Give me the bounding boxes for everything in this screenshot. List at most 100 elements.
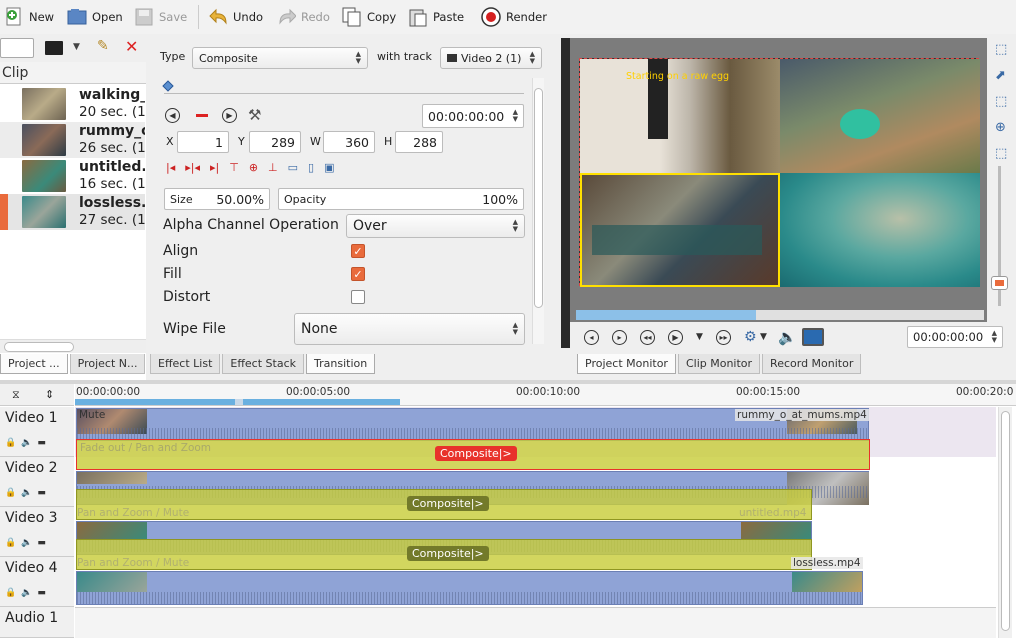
track-lock-mute-hide-icons[interactable]: 🔒🔈▬ bbox=[5, 488, 51, 498]
bin-clip-walking[interactable]: walking_c 20 sec. (1) bbox=[0, 86, 145, 122]
go-start-icon[interactable]: ◂ bbox=[584, 330, 599, 345]
fill-checkbox[interactable]: ✓ bbox=[351, 267, 365, 281]
zoom-tool-icon[interactable]: ⊕ bbox=[995, 120, 1006, 135]
tab-clip-monitor[interactable]: Clip Monitor bbox=[677, 354, 761, 374]
next-keyframe-icon[interactable]: ▶ bbox=[222, 108, 237, 123]
copy-button[interactable]: Copy bbox=[342, 0, 396, 34]
align-bottom-icon[interactable]: ⊥ bbox=[268, 161, 278, 177]
wipe-value: None bbox=[301, 321, 338, 337]
monitor-seek-bar[interactable] bbox=[576, 310, 984, 320]
keyframe-marker[interactable] bbox=[162, 80, 174, 92]
x-field[interactable]: 1 bbox=[177, 131, 229, 153]
track-header-video-4[interactable]: Video 4 🔒🔈▬ bbox=[0, 557, 74, 607]
y-value: 289 bbox=[271, 134, 295, 150]
timeline-clip-lossless[interactable] bbox=[76, 571, 863, 605]
previous-keyframe-icon[interactable]: ◀ bbox=[165, 108, 180, 123]
fit-height-icon[interactable]: ▯ bbox=[308, 161, 314, 177]
render-button[interactable]: Render bbox=[481, 0, 547, 34]
tab-effect-stack[interactable]: Effect Stack bbox=[222, 354, 304, 374]
play-icon[interactable]: ▶ bbox=[668, 330, 683, 345]
play-menu-arrow-icon[interactable]: ▼ bbox=[696, 332, 703, 342]
track-header-audio-1[interactable]: Audio 1 bbox=[0, 607, 74, 638]
transition-panel: Type Composite ▲ ▼ with track Video 2 (1)… bbox=[150, 34, 550, 350]
tab-effect-list[interactable]: Effect List bbox=[150, 354, 221, 374]
pointer-tool-icon[interactable]: ⬈ bbox=[995, 68, 1006, 83]
bin-clip-rummy[interactable]: rummy_o 26 sec. (1) bbox=[0, 122, 145, 158]
fit-tool-icon[interactable]: ⬚ bbox=[995, 146, 1007, 161]
keyframe-ruler[interactable] bbox=[162, 80, 524, 94]
align-right-icon[interactable]: ▸| bbox=[210, 161, 219, 177]
collapse-tracks-icon[interactable]: ⇕ bbox=[45, 388, 54, 401]
distort-checkbox[interactable] bbox=[351, 290, 365, 304]
select-tool-icon[interactable]: ⬚ bbox=[995, 42, 1007, 57]
volume-icon[interactable]: 🔈 bbox=[778, 328, 797, 346]
add-clip-icon[interactable] bbox=[45, 41, 63, 55]
forward-icon[interactable]: ▸▸ bbox=[716, 330, 731, 345]
align-left-icon[interactable]: |◂ bbox=[166, 161, 175, 177]
remove-keyframe-icon[interactable] bbox=[196, 114, 208, 117]
track-header-video-3[interactable]: Video 3 🔒🔈▬ bbox=[0, 507, 74, 557]
save-button[interactable]: Save bbox=[134, 0, 187, 34]
timeline-ruler[interactable]: 00:00:00:00 00:00:05:00 00:00:10:00 00:0… bbox=[75, 384, 1016, 406]
bin-clip-lossless[interactable]: lossless.m 27 sec. (1) bbox=[0, 194, 145, 230]
panel-vertical-scrollbar[interactable] bbox=[532, 78, 544, 344]
paste-button[interactable]: Paste bbox=[408, 0, 464, 34]
fullscreen-monitor-icon[interactable] bbox=[802, 328, 824, 346]
track-lock-mute-hide-icons[interactable]: 🔒🔈▬ bbox=[5, 438, 51, 448]
clip-thumbnail bbox=[22, 160, 66, 192]
wipe-file-combo[interactable]: None ▲ ▼ bbox=[294, 313, 525, 345]
tab-record-monitor[interactable]: Record Monitor bbox=[762, 354, 862, 374]
fit-width-icon[interactable]: ▭ bbox=[288, 161, 298, 177]
rewind-icon[interactable]: ◂◂ bbox=[640, 330, 655, 345]
keyframe-timecode-field[interactable]: 00:00:00:00 ▲ ▼ bbox=[422, 104, 524, 128]
fit-size-icon[interactable]: ▣ bbox=[324, 161, 334, 177]
align-top-icon[interactable]: ⊤ bbox=[229, 161, 239, 177]
settings-gear-icon[interactable]: ⚙ bbox=[744, 329, 757, 345]
zoom-slider-handle[interactable] bbox=[991, 276, 1008, 290]
settings-menu-arrow-icon[interactable]: ▼ bbox=[760, 332, 767, 342]
new-button[interactable]: New bbox=[4, 0, 54, 34]
h-field[interactable]: 288 bbox=[395, 131, 443, 153]
monitor-splitter[interactable] bbox=[561, 38, 570, 348]
wrench-tools-icon[interactable]: ⚒ bbox=[248, 106, 261, 124]
y-field[interactable]: 289 bbox=[249, 131, 301, 153]
track-combo[interactable]: Video 2 (1) ▲ ▼ bbox=[440, 47, 542, 69]
bin-column-header[interactable]: Clip bbox=[0, 62, 146, 84]
size-slider[interactable]: Size 50.00% bbox=[164, 188, 270, 210]
open-button[interactable]: Open bbox=[67, 0, 123, 34]
timeline-vertical-scrollbar[interactable] bbox=[998, 407, 1012, 638]
align-vcenter-icon[interactable]: ⊕ bbox=[249, 161, 258, 177]
tab-project-monitor[interactable]: Project Monitor bbox=[577, 354, 676, 374]
alpha-channel-combo[interactable]: Over ▲ ▼ bbox=[346, 214, 525, 238]
track-header-video-1[interactable]: Video 1 🔒🔈▬ bbox=[0, 407, 74, 457]
timeline-clip-rummy[interactable]: Mute rummy_o_at_mums.mp4 bbox=[76, 408, 869, 441]
track-header-video-2[interactable]: Video 2 🔒🔈▬ bbox=[0, 457, 74, 507]
bin-horizontal-scrollbar[interactable] bbox=[0, 339, 146, 353]
edit-pencil-icon[interactable]: ✎ bbox=[97, 38, 109, 54]
set-zone-in-icon[interactable]: ▸ bbox=[612, 330, 627, 345]
w-field[interactable]: 360 bbox=[323, 131, 375, 153]
transition-composite-1[interactable]: Fade out / Pan and Zoom Composite|> bbox=[76, 439, 870, 470]
monitor-timecode-field[interactable]: 00:00:00:00 ▲ ▼ bbox=[907, 326, 1003, 348]
align-checkbox[interactable]: ✓ bbox=[351, 244, 365, 258]
bin-search-input[interactable] bbox=[0, 38, 34, 58]
undo-button[interactable]: Undo bbox=[208, 0, 263, 34]
crop-tool-icon[interactable]: ⬚ bbox=[995, 94, 1007, 109]
tab-project-bin[interactable]: Project ... bbox=[0, 354, 68, 374]
redo-button[interactable]: Redo bbox=[276, 0, 330, 34]
track-lock-mute-hide-icons[interactable]: 🔒🔈▬ bbox=[5, 588, 51, 598]
align-hcenter-icon[interactable]: ▸|◂ bbox=[185, 161, 200, 177]
transition-name-pill: Composite|> bbox=[407, 496, 489, 511]
transition-name-pill: Composite|> bbox=[435, 446, 517, 461]
type-combo[interactable]: Composite ▲ ▼ bbox=[192, 47, 368, 69]
delete-x-icon[interactable]: ✕ bbox=[125, 37, 138, 56]
tab-transition[interactable]: Transition bbox=[306, 354, 376, 374]
track-lock-mute-hide-icons[interactable]: 🔒🔈▬ bbox=[5, 538, 51, 548]
opacity-slider[interactable]: Opacity 100% bbox=[278, 188, 524, 210]
dropdown-arrow-icon[interactable]: ▼ bbox=[73, 42, 80, 52]
track-name: Audio 1 bbox=[5, 610, 59, 626]
ruler-label: 00:00:20:0 bbox=[956, 386, 1014, 398]
tab-project-notes[interactable]: Project N... bbox=[69, 354, 146, 374]
bin-clip-untitled[interactable]: untitled.m 16 sec. (1) bbox=[0, 158, 145, 194]
fit-zoom-icon[interactable]: ⧖ bbox=[12, 388, 20, 402]
